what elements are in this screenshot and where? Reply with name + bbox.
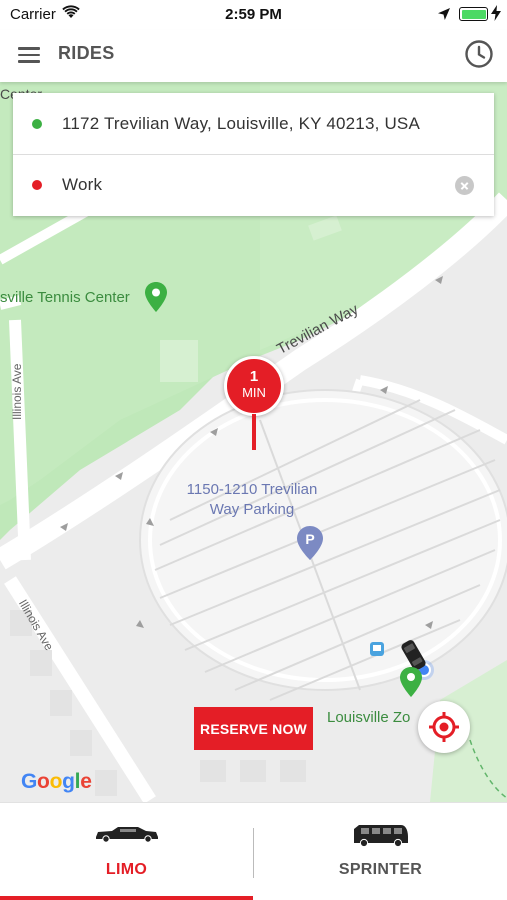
clear-dropoff-icon[interactable] bbox=[455, 176, 474, 195]
tab-sprinter-label: SPRINTER bbox=[338, 861, 423, 878]
pickup-dot-icon bbox=[32, 118, 42, 129]
eta-badge: 1 MIN bbox=[224, 356, 284, 416]
limousine-icon bbox=[95, 827, 158, 843]
vehicle-tab-bar: LIMO SPRINTER bbox=[0, 802, 507, 900]
map-label-tennis-center: sville Tennis Center bbox=[0, 289, 130, 306]
google-attribution: Google bbox=[21, 770, 92, 793]
eta-number: 1 bbox=[249, 368, 259, 385]
dropoff-dot-icon bbox=[32, 180, 42, 190]
tab-limo[interactable]: LIMO bbox=[0, 803, 253, 900]
parking-pin-icon: P bbox=[297, 526, 323, 560]
eta-pin-stem bbox=[252, 414, 256, 450]
parking-line-2: Way Parking bbox=[209, 501, 295, 518]
tab-limo-label: LIMO bbox=[105, 861, 148, 878]
eta-pin[interactable]: 1 MIN bbox=[224, 356, 284, 456]
map-label-zoo: Louisville Zo bbox=[327, 709, 411, 726]
parking-line-1: 1150-1210 Trevilian bbox=[186, 481, 318, 498]
crosshair-icon bbox=[429, 712, 459, 742]
zoo-pin-icon bbox=[400, 667, 422, 697]
status-time: 2:59 PM bbox=[225, 6, 282, 23]
charging-bolt-icon bbox=[491, 5, 501, 21]
location-arrow-icon bbox=[438, 8, 450, 20]
my-location-button[interactable] bbox=[418, 701, 470, 753]
address-card: 1172 Trevilian Way, Louisville, KY 40213… bbox=[13, 93, 494, 216]
clock-icon[interactable] bbox=[464, 39, 494, 69]
google-logo: Google bbox=[21, 770, 92, 794]
pickup-address[interactable]: 1172 Trevilian Way, Louisville, KY 40213… bbox=[62, 114, 420, 134]
eta-unit: MIN bbox=[242, 385, 266, 400]
reserve-now-button[interactable]: RESERVE NOW bbox=[194, 707, 313, 750]
sprinter-bus-icon bbox=[353, 825, 408, 848]
map-pin-icon bbox=[145, 282, 167, 312]
map-label-parking: 1150-1210 Trevilian Way Parking bbox=[162, 480, 342, 520]
dropoff-address[interactable]: Work bbox=[62, 175, 102, 195]
active-tab-indicator bbox=[0, 896, 253, 900]
battery-icon bbox=[459, 7, 488, 21]
dropoff-row[interactable]: Work bbox=[13, 154, 494, 215]
map-label-illinois-ave-1: Illinois Ave bbox=[10, 363, 24, 420]
transit-stop-icon bbox=[370, 642, 384, 656]
tab-sprinter[interactable]: SPRINTER bbox=[254, 803, 507, 900]
hamburger-menu-icon[interactable] bbox=[18, 47, 40, 63]
svg-text:P: P bbox=[305, 531, 314, 547]
status-bar: Carrier 2:59 PM bbox=[0, 0, 507, 30]
app-header: RIDES bbox=[0, 30, 507, 82]
pickup-row[interactable]: 1172 Trevilian Way, Louisville, KY 40213… bbox=[13, 93, 494, 154]
page-title: RIDES bbox=[58, 43, 115, 63]
